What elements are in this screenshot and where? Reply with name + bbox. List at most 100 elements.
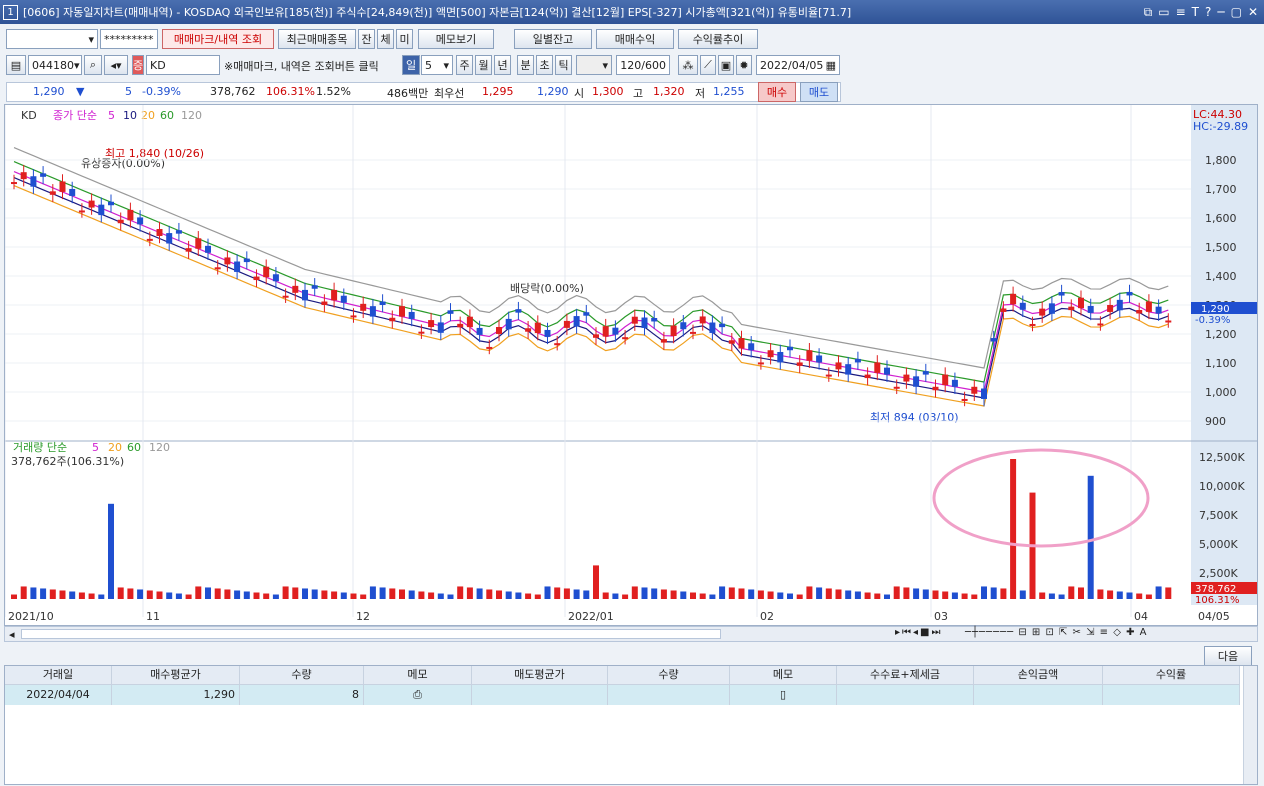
memo-view-button[interactable]: 메모보기 xyxy=(418,29,494,49)
minimize-icon[interactable]: ─ xyxy=(1217,5,1224,20)
row-return xyxy=(1103,685,1240,705)
font-icon[interactable]: T xyxy=(1192,5,1199,20)
candle xyxy=(670,325,677,337)
prev-stock-icon[interactable]: ◂▾ xyxy=(104,55,128,75)
period-tick-button[interactable]: 틱 xyxy=(555,55,572,75)
col-sell-qty[interactable]: 수량 xyxy=(608,666,730,685)
date-tick-label: 04/05 xyxy=(1198,610,1230,623)
date-input[interactable]: 2022/04/05 ▦ xyxy=(756,55,840,75)
ma10-label: 10 xyxy=(123,109,137,122)
candle xyxy=(49,191,56,195)
return-trend-button[interactable]: 수익률추이 xyxy=(678,29,758,49)
period-weekly-button[interactable]: 주 xyxy=(456,55,473,75)
gear-icon[interactable]: ✹ xyxy=(736,55,752,75)
col-sell-memo[interactable]: 메모 xyxy=(730,666,837,685)
period-daily-button[interactable]: 일 xyxy=(402,55,420,75)
col-return[interactable]: 수익률 xyxy=(1103,666,1240,685)
candle xyxy=(389,317,396,322)
calendar-icon[interactable]: ▦ xyxy=(826,59,836,72)
buy-button[interactable]: 매수 xyxy=(758,82,796,102)
tick-select[interactable]: ▾ xyxy=(576,55,612,75)
memo-icon[interactable]: ▯ xyxy=(730,685,837,705)
executed-button[interactable]: 체 xyxy=(377,29,394,49)
price-tick-label: 1,700 xyxy=(1205,183,1237,196)
search-icon[interactable]: ⌕ xyxy=(84,55,102,75)
col-sell-avg[interactable]: 매도평균가 xyxy=(472,666,608,685)
chart-area[interactable]: KD 종가 단순 5 10 20 60 120 LC:44.30 HC:-29.… xyxy=(4,104,1258,626)
trade-profit-button[interactable]: 매매수익 xyxy=(596,29,674,49)
col-buy-qty[interactable]: 수량 xyxy=(240,666,364,685)
col-profit[interactable]: 손익금액 xyxy=(974,666,1103,685)
candle xyxy=(418,331,425,334)
menu-icon[interactable]: ≡ xyxy=(1176,5,1186,20)
candle xyxy=(379,301,386,305)
layout-icon[interactable]: ▭ xyxy=(1158,5,1169,20)
volume-bar xyxy=(185,594,192,599)
volume-bar xyxy=(777,592,784,599)
candle xyxy=(1116,299,1123,311)
col-trade-date[interactable]: 거래일 xyxy=(5,666,112,685)
volume-bar xyxy=(884,594,890,599)
scroll-left-icon[interactable]: ◂ xyxy=(9,628,15,641)
trend-icon[interactable]: ⟋ xyxy=(700,55,716,75)
data-count-field[interactable]: 120/600 xyxy=(616,55,670,75)
panel-icon[interactable]: ▤ xyxy=(6,55,26,75)
col-fees[interactable]: 수수료+제세금 xyxy=(837,666,974,685)
volume-bar xyxy=(234,590,241,599)
chart-scrollbar[interactable]: ◂ ▸⏮◂■⏭ ─┼───── ⊟ ⊞ ⊡ ⇱ ✂ ⇲ ≡ ◇ ✚ A xyxy=(4,626,1258,642)
period-monthly-button[interactable]: 월 xyxy=(475,55,492,75)
playback-controls[interactable]: ▸⏮◂■⏭ xyxy=(895,627,943,638)
toolbar-symbol: ▤ 044180 ▾ ⌕ ◂▾ 증 KD ※매매마크, 내역은 조회버튼 클릭 일… xyxy=(0,54,1264,76)
period-number-select[interactable]: 5 ▾ xyxy=(421,55,453,75)
indicator-icon[interactable]: ⁂ xyxy=(678,55,698,75)
high-price: 1,320 xyxy=(653,85,685,98)
volume-bar xyxy=(156,591,163,599)
stock-name-field[interactable]: KD xyxy=(146,55,220,75)
unfilled-button[interactable]: 미 xyxy=(396,29,413,49)
col-buy-avg[interactable]: 매수평균가 xyxy=(112,666,240,685)
trade-mark-query-button[interactable]: 매매마크/내역 조회 xyxy=(162,29,274,49)
candle xyxy=(544,329,551,337)
period-second-button[interactable]: 초 xyxy=(536,55,553,75)
memo-icon[interactable]: ⎙ xyxy=(364,685,472,705)
zoom-slider[interactable]: ─┼───── ⊟ ⊞ ⊡ ⇱ ✂ ⇲ ≡ ◇ ✚ A xyxy=(965,627,1148,638)
candle xyxy=(738,338,745,349)
volume-bar xyxy=(680,591,687,599)
period-yearly-button[interactable]: 년 xyxy=(494,55,511,75)
candle xyxy=(796,362,803,366)
candle xyxy=(1145,301,1152,312)
candle xyxy=(660,339,667,343)
volume-bar xyxy=(825,588,832,599)
next-button[interactable]: 다음 xyxy=(1204,646,1252,666)
volume-value: 378,762 xyxy=(210,85,256,98)
sell-button[interactable]: 매도 xyxy=(800,82,838,102)
candle xyxy=(1107,304,1114,312)
volume-bar xyxy=(922,589,929,599)
balance-button[interactable]: 잔 xyxy=(358,29,375,49)
stock-code-input[interactable]: 044180 ▾ xyxy=(28,55,82,75)
link-icon[interactable]: ⧉ xyxy=(1144,5,1153,20)
col-buy-memo[interactable]: 메모 xyxy=(364,666,472,685)
daily-balance-button[interactable]: 일별잔고 xyxy=(514,29,592,49)
down-arrow-icon: ▼ xyxy=(76,85,85,98)
candle xyxy=(127,209,134,221)
volume-bar xyxy=(1087,475,1094,599)
volume-bar xyxy=(117,587,124,599)
recent-trades-button[interactable]: 최근매매종목 xyxy=(278,29,356,49)
volume-bar xyxy=(505,591,512,599)
scroll-thumb[interactable] xyxy=(21,629,721,639)
grid-scrollbar[interactable] xyxy=(1243,666,1257,784)
candle xyxy=(631,316,638,324)
maximize-icon[interactable]: ▢ xyxy=(1231,5,1242,20)
help-icon[interactable]: ? xyxy=(1205,5,1211,20)
close-icon[interactable]: ✕ xyxy=(1248,5,1258,20)
stock-chart[interactable]: KD 종가 단순 5 10 20 60 120 LC:44.30 HC:-29.… xyxy=(5,105,1257,625)
account-select[interactable]: ▾ xyxy=(6,29,98,49)
save-icon[interactable]: ▣ xyxy=(718,55,734,75)
volume-bar xyxy=(806,586,813,599)
period-minute-button[interactable]: 분 xyxy=(517,55,534,75)
candle xyxy=(185,248,192,252)
title-bar: 1 [0606] 자동일지차트(매매내역) - KOSDAQ 외국인보유[185… xyxy=(0,0,1264,24)
password-input[interactable]: ********* xyxy=(100,29,158,49)
candle xyxy=(1155,306,1162,314)
